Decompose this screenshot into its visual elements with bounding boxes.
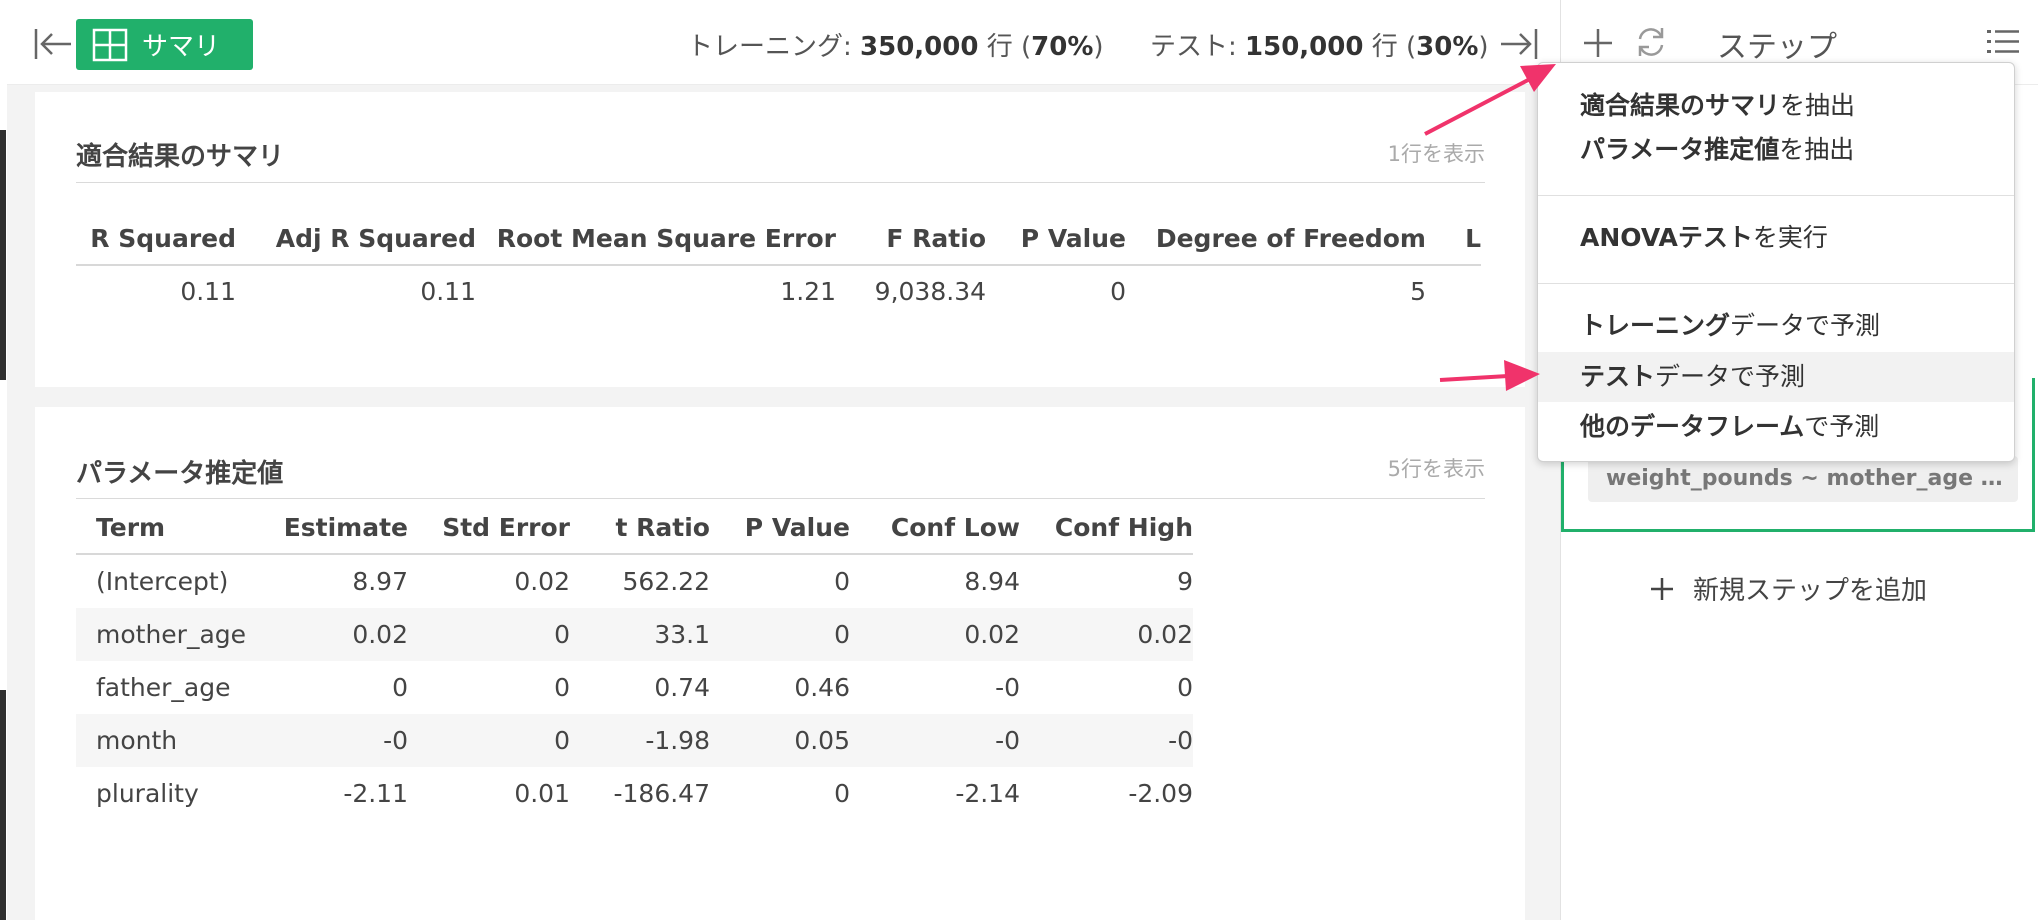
table-cell: -2.14 (955, 779, 1020, 808)
divider (76, 498, 1485, 499)
table-cell: -0 (995, 726, 1020, 755)
table-cell: 562.22 (622, 567, 710, 596)
table-cell: -0 (995, 673, 1020, 702)
params-title: パラメータ推定値 (76, 459, 284, 489)
params-table: Term Estimate Std Error t Ratio P Value Conf … (76, 501, 1193, 820)
menu-item-run-anova[interactable]: ANOVAテストを実行 (1538, 213, 2014, 263)
table-cell: 0 (834, 567, 850, 596)
table-cell: -0 (383, 726, 408, 755)
column-header: Adj R Squared (275, 223, 476, 253)
table-row: plurality -2.11 0.01 -186.47 0 -2.14 -2.09 (76, 767, 1193, 820)
table-cell: 0 (554, 620, 570, 649)
table-cell: 0.02 (1137, 620, 1193, 649)
column-header: Root Mean Square Error (496, 223, 836, 253)
column-header: Conf Low (890, 512, 1020, 542)
menu-item-predict-test[interactable]: テストデータで予測 (1538, 352, 2014, 402)
table-cell: 5 (1410, 276, 1426, 306)
plus-icon (1651, 577, 1673, 600)
summary-button-label: サマリ (142, 32, 221, 62)
column-header: L (1465, 223, 1481, 253)
table-cell: 0 (554, 726, 570, 755)
table-cell: 0.05 (794, 726, 850, 755)
table-cell: 0.02 (964, 620, 1020, 649)
table-cell: -2.11 (343, 779, 408, 808)
header-bar: サマリ トレーニング: 350,000 行 (70%) テスト: 150,000… (7, 0, 1560, 85)
column-header: P Value (1020, 223, 1126, 253)
training-count: トレーニング: 350,000 行 (70%) (687, 32, 1104, 62)
list-icon[interactable] (1986, 28, 2020, 56)
column-header: Estimate (283, 512, 408, 542)
menu-item-extract-parameter-estimates[interactable]: パラメータ推定値を抽出 (1538, 125, 2014, 175)
table-cell: 0 (834, 620, 850, 649)
table-row: mother_age 0.02 0 33.1 0 0.02 0.02 (76, 608, 1193, 661)
table-cell: 0 (1110, 276, 1126, 306)
table-cell: 0 (834, 779, 850, 808)
table-cell: 9 (1177, 567, 1193, 596)
table-cell: 0 (554, 673, 570, 702)
add-step-button[interactable]: 新規ステップを追加 (1649, 570, 1927, 607)
table-cell: 33.1 (654, 620, 710, 649)
summary-button[interactable]: サマリ (76, 19, 253, 70)
column-header: t Ratio (615, 512, 710, 542)
table-row: father_age 0 0 0.74 0.46 -0 0 (76, 661, 1193, 714)
left-edge-strip (0, 130, 6, 380)
table-cell: 0.02 (514, 567, 570, 596)
fit-summary-card: 適合結果のサマリ 1行を表示 R Squared Adj R Squared Roo… (35, 92, 1525, 387)
table-cell: 8.94 (964, 567, 1020, 596)
table-cell: -1.98 (645, 726, 710, 755)
column-header: Std Error (442, 512, 570, 542)
table-cell: 9,038.34 (874, 276, 986, 306)
column-header: P Value (744, 512, 850, 542)
table-row: (Intercept) 8.97 0.02 562.22 0 8.94 9 (76, 554, 1193, 608)
fit-summary-rows-count: 1行を表示 (1387, 142, 1485, 166)
steps-title: ステップ (1717, 30, 1837, 65)
collapse-left-icon[interactable] (33, 26, 73, 62)
add-step-label: 新規ステップを追加 (1693, 576, 1928, 606)
table-row: 0.11 0.11 1.21 9,038.34 0 5 (76, 265, 1481, 316)
table-cell: -0 (1168, 726, 1193, 755)
column-header: F Ratio (886, 223, 986, 253)
table-cell: 0.11 (180, 276, 236, 306)
params-rows-count: 5行を表示 (1387, 457, 1485, 481)
menu-separator (1538, 195, 2014, 196)
table-cell: 0.74 (654, 673, 710, 702)
column-header: Conf High (1054, 512, 1193, 542)
menu-item-extract-fit-summary[interactable]: 適合結果のサマリを抽出 (1538, 81, 2014, 131)
table-cell: -186.47 (613, 779, 711, 808)
left-edge (0, 0, 7, 920)
table-cell: mother_age (96, 620, 247, 649)
table-cell: father_age (96, 673, 231, 702)
test-count: テスト: 150,000 行 (30%) (1150, 32, 1489, 62)
menu-item-predict-training[interactable]: トレーニングデータで予測 (1538, 301, 2014, 351)
table-cell (1426, 265, 1481, 316)
grid-icon (92, 28, 128, 61)
model-formula: weight_pounds ~ mother_age + f… (1588, 456, 2018, 502)
table-cell: -2.09 (1128, 779, 1193, 808)
table-row: month -0 0 -1.98 0.05 -0 -0 (76, 714, 1193, 767)
column-header: Term (96, 512, 166, 542)
table-cell: 8.97 (352, 567, 408, 596)
menu-item-predict-other-frame[interactable]: 他のデータフレームで予測 (1538, 402, 2014, 452)
table-cell: (Intercept) (96, 567, 229, 596)
plus-icon[interactable] (1581, 26, 1615, 60)
table-cell: 1.21 (780, 276, 836, 306)
left-edge-strip (0, 690, 6, 920)
table-cell: plurality (96, 779, 199, 808)
column-header: R Squared (90, 223, 236, 253)
add-step-dropdown-menu: 適合結果のサマリを抽出 パラメータ推定値を抽出 ANOVAテストを実行 トレーニ… (1537, 62, 2015, 462)
table-cell: 0 (1177, 673, 1193, 702)
table-cell: 0.02 (352, 620, 408, 649)
column-header: Degree of Freedom (1155, 223, 1426, 253)
menu-separator (1538, 283, 2014, 284)
divider (76, 182, 1485, 183)
table-cell: month (96, 726, 178, 755)
table-cell: 0 (392, 673, 408, 702)
fit-summary-title: 適合結果のサマリ (76, 142, 285, 172)
refresh-icon[interactable] (1633, 24, 1669, 60)
table-cell: 0.01 (514, 779, 570, 808)
table-cell: 0.11 (420, 276, 476, 306)
fit-summary-table: R Squared Adj R Squared Root Mean Square E… (76, 212, 1481, 316)
table-cell: 0.46 (794, 673, 850, 702)
expand-right-icon[interactable] (1499, 26, 1539, 62)
